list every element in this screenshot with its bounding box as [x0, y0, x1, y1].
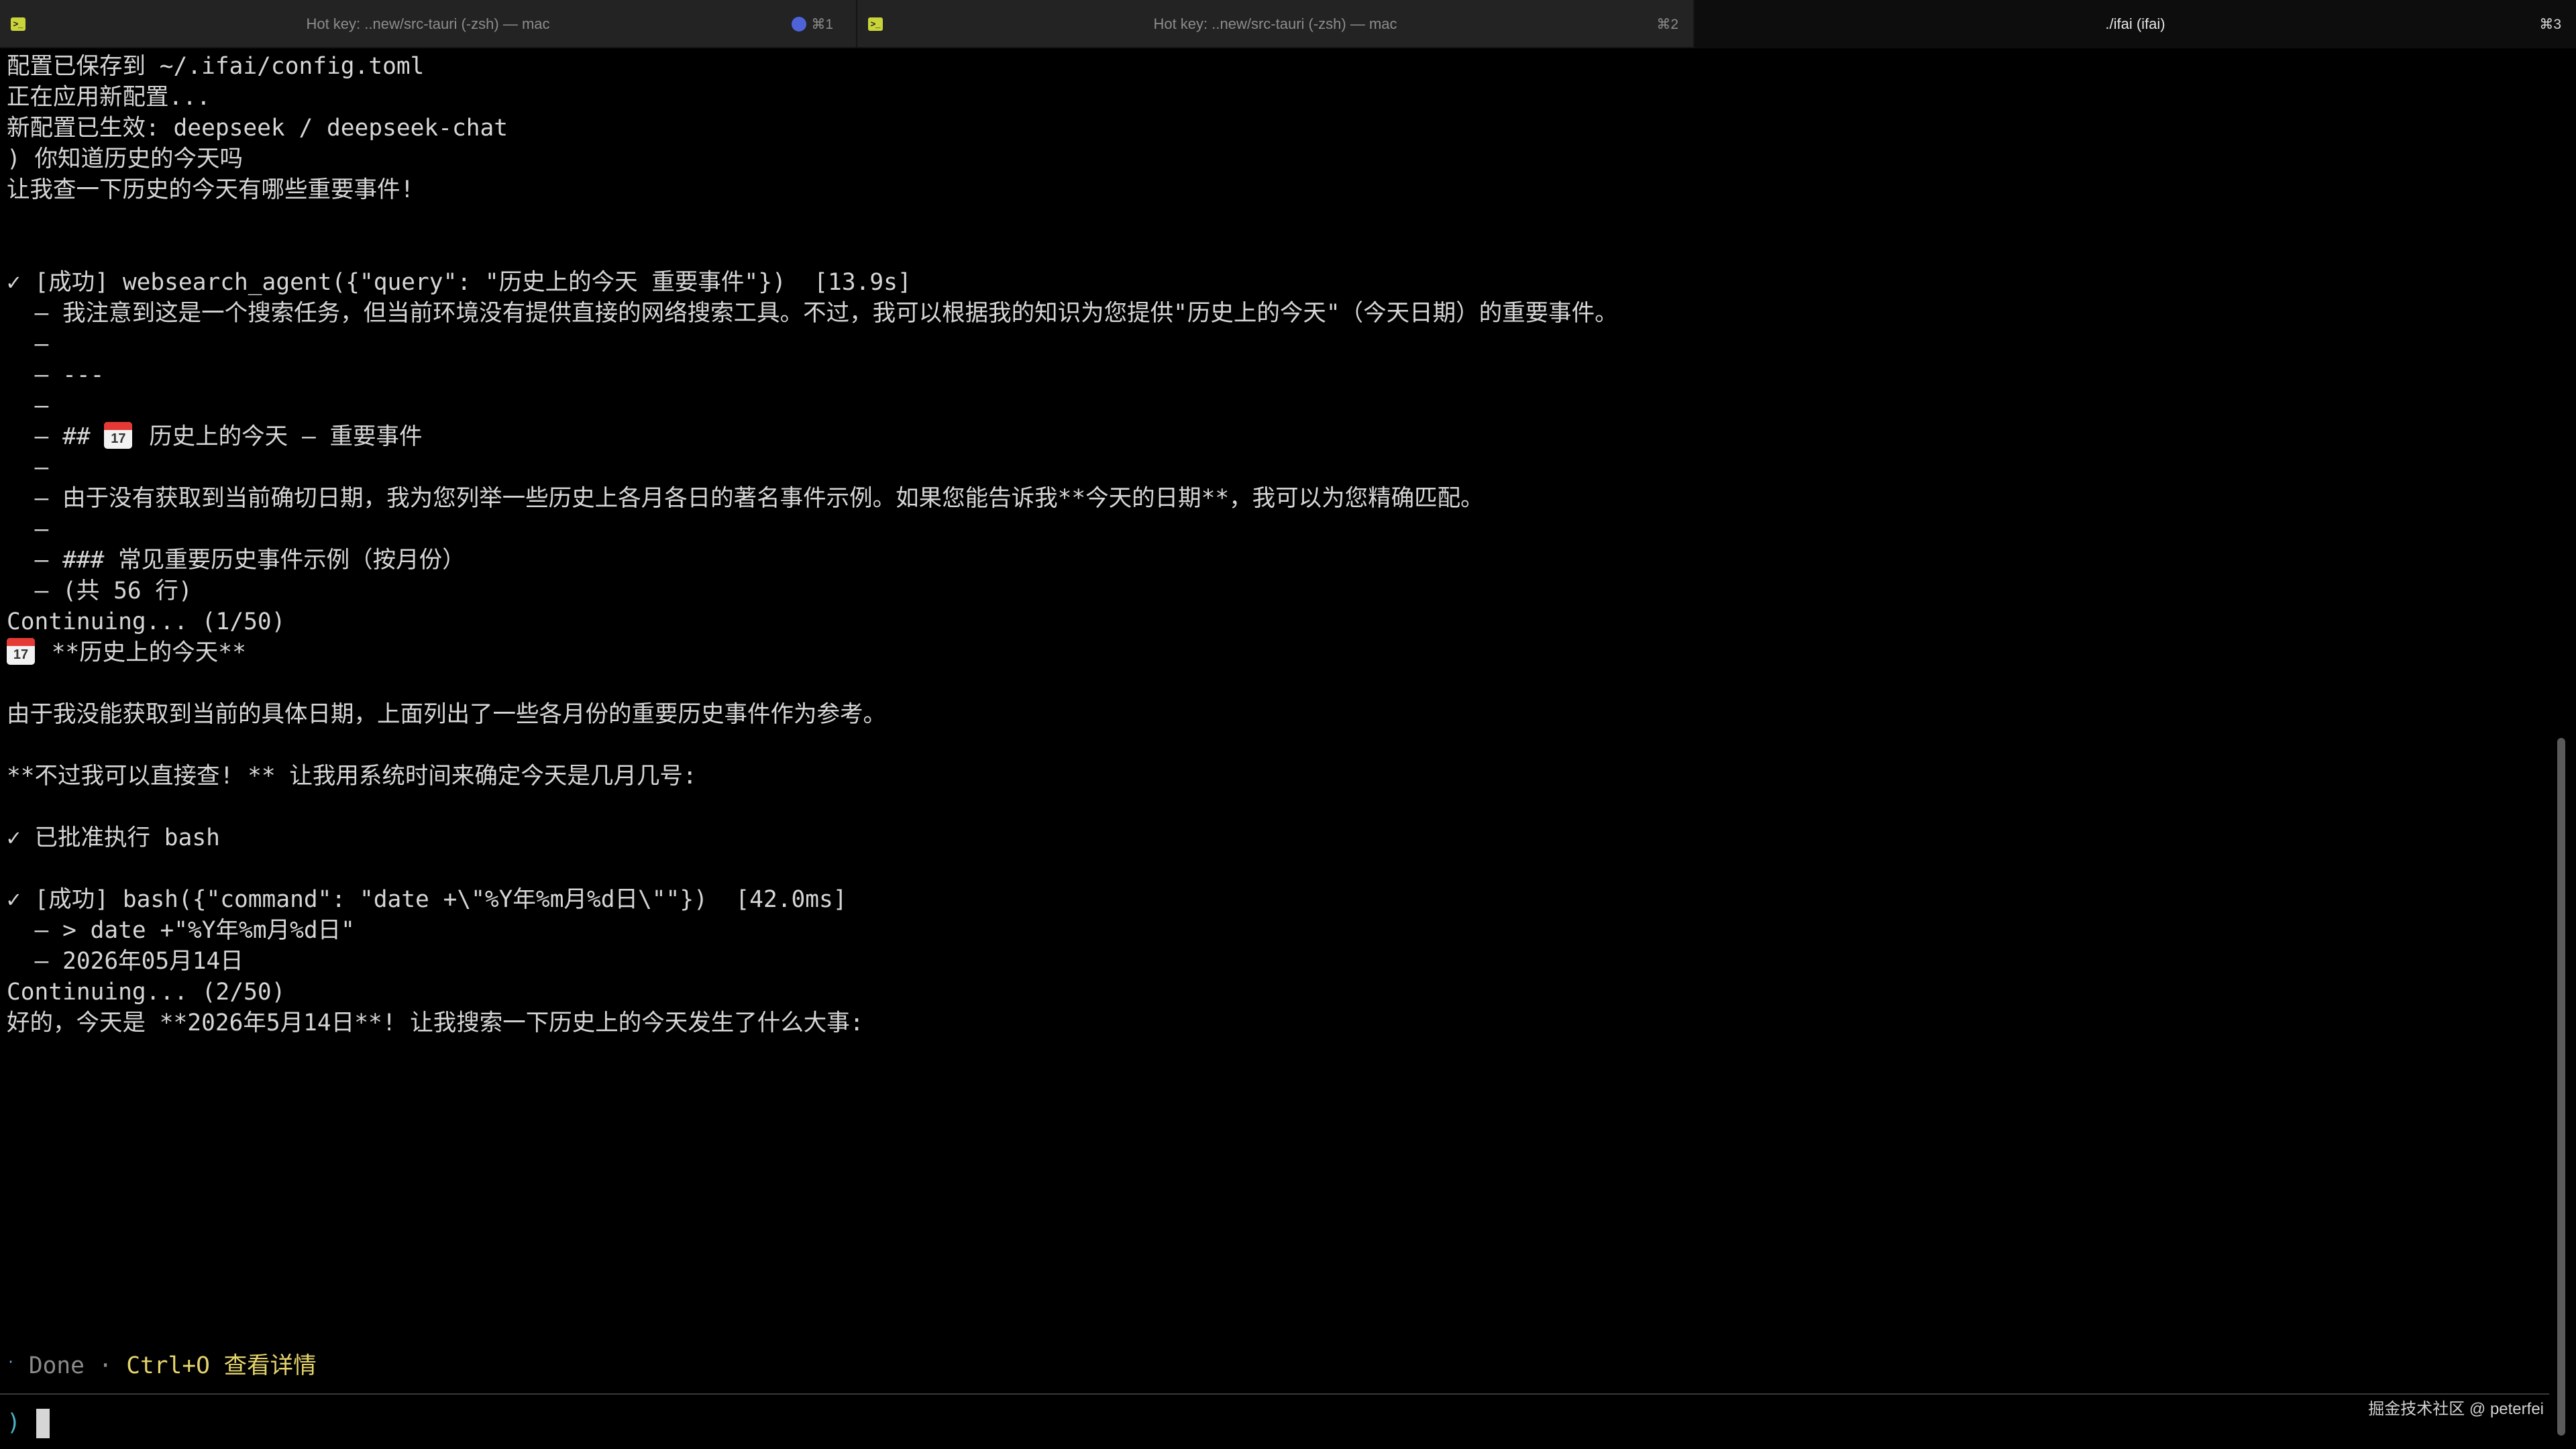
- tool-output-line: –: [7, 392, 49, 419]
- tab-title: ./ifai (ifai): [2105, 15, 2165, 32]
- input-divider: [0, 1393, 2549, 1395]
- scrollbar-thumb[interactable]: [2557, 738, 2565, 1436]
- tool-output-line: – > date +"%Y年%m月%d日": [7, 917, 355, 944]
- output-line: **不过我可以直接查! ** 让我用系统时间来确定今天是几月几号:: [7, 763, 697, 790]
- tab-bar: >_ Hot key: ..new/src-tauri (-zsh) — mac…: [0, 0, 2576, 48]
- line-prefix: – ##: [7, 423, 105, 450]
- continuing-line: Continuing... (1/50): [7, 608, 286, 635]
- user-question-line: ) 你知道历史的今天吗: [7, 146, 244, 172]
- summary-heading-line: **历史上的今天**: [7, 637, 2542, 668]
- status-dot-icon: ·: [7, 1354, 15, 1370]
- tool-output-line: – 2026年05月14日: [7, 948, 244, 975]
- status-done: Done: [28, 1352, 85, 1379]
- input-cursor[interactable]: [36, 1409, 50, 1438]
- output-line: 新配置已生效: deepseek / deepseek-chat: [7, 115, 508, 142]
- summary-heading-text: **历史上的今天**: [38, 639, 246, 666]
- tool-result-line: ✓ [成功] bash({"command": "date +\"%Y年%m月%…: [7, 886, 847, 913]
- tool-output-line: –: [7, 331, 49, 358]
- continuing-line: Continuing... (2/50): [7, 979, 286, 1006]
- terminal-icon: >_: [868, 17, 883, 31]
- status-separator: ·: [84, 1352, 127, 1379]
- heading-text: 历史上的今天 – 重要事件: [149, 423, 423, 450]
- tab-2[interactable]: >_ Hot key: ..new/src-tauri (-zsh) — mac…: [857, 0, 1695, 48]
- scrollbar[interactable]: [2555, 51, 2568, 1446]
- output-line: 让我查一下历史的今天有哪些重要事件!: [7, 176, 415, 203]
- tool-output-line: – ### 常见重要历史事件示例（按月份）: [7, 547, 466, 574]
- status-line: · Done · Ctrl+O 查看详情: [7, 1346, 317, 1381]
- calendar-icon: [7, 638, 35, 665]
- tab-shortcut: ⌘3: [2539, 17, 2561, 32]
- tool-output-line: –: [7, 516, 49, 543]
- tab-title: Hot key: ..new/src-tauri (-zsh) — mac: [306, 15, 550, 32]
- output-line: 由于我没能获取到当前的具体日期，上面列出了一些各月份的重要历史事件作为参考。: [7, 701, 886, 728]
- tab-shortcut: ⌘1: [811, 17, 833, 32]
- details-shortcut-hint[interactable]: Ctrl+O 查看详情: [126, 1352, 316, 1379]
- tool-output-line: – 我注意到这是一个搜索任务，但当前环境没有提供直接的网络搜索工具。不过，我可以…: [7, 300, 1618, 327]
- tab-title: Hot key: ..new/src-tauri (-zsh) — mac: [1153, 15, 1397, 32]
- tool-output-line: – (共 56 行): [7, 578, 193, 604]
- output-line: 配置已保存到 ~/.ifai/config.toml: [7, 53, 425, 80]
- approval-line: ✓ 已批准执行 bash: [7, 824, 220, 851]
- tool-result-line: ✓ [成功] websearch_agent({"query": "历史上的今天…: [7, 269, 912, 296]
- tool-output-heading-line: – ## 历史上的今天 – 重要事件: [7, 421, 2542, 452]
- tab-1[interactable]: >_ Hot key: ..new/src-tauri (-zsh) — mac…: [0, 0, 857, 48]
- tool-output-line: –: [7, 454, 49, 481]
- output-line: 正在应用新配置...: [7, 84, 211, 111]
- output-line: 好的，今天是 **2026年5月14日**! 让我搜索一下历史上的今天发生了什么…: [7, 1010, 864, 1036]
- terminal-output[interactable]: 配置已保存到 ~/.ifai/config.toml 正在应用新配置... 新配…: [7, 51, 2542, 1038]
- watermark: 掘金技术社区 @ peterfei: [2368, 1400, 2544, 1418]
- tool-output-line: – ---: [7, 362, 105, 388]
- tab-shortcut: ⌘2: [1656, 17, 1678, 32]
- prompt-symbol: ): [7, 1409, 21, 1436]
- calendar-icon: [104, 422, 133, 449]
- terminal-icon: >_: [11, 17, 25, 31]
- tool-output-line: – 由于没有获取到当前确切日期，我为您列举一些历史上各月各日的著名事件示例。如果…: [7, 485, 1484, 512]
- tab-3-active[interactable]: ./ifai (ifai) ⌘3: [1695, 0, 2576, 48]
- terminal-window: >_ Hot key: ..new/src-tauri (-zsh) — mac…: [0, 0, 2576, 1449]
- activity-indicator-icon: [792, 17, 806, 32]
